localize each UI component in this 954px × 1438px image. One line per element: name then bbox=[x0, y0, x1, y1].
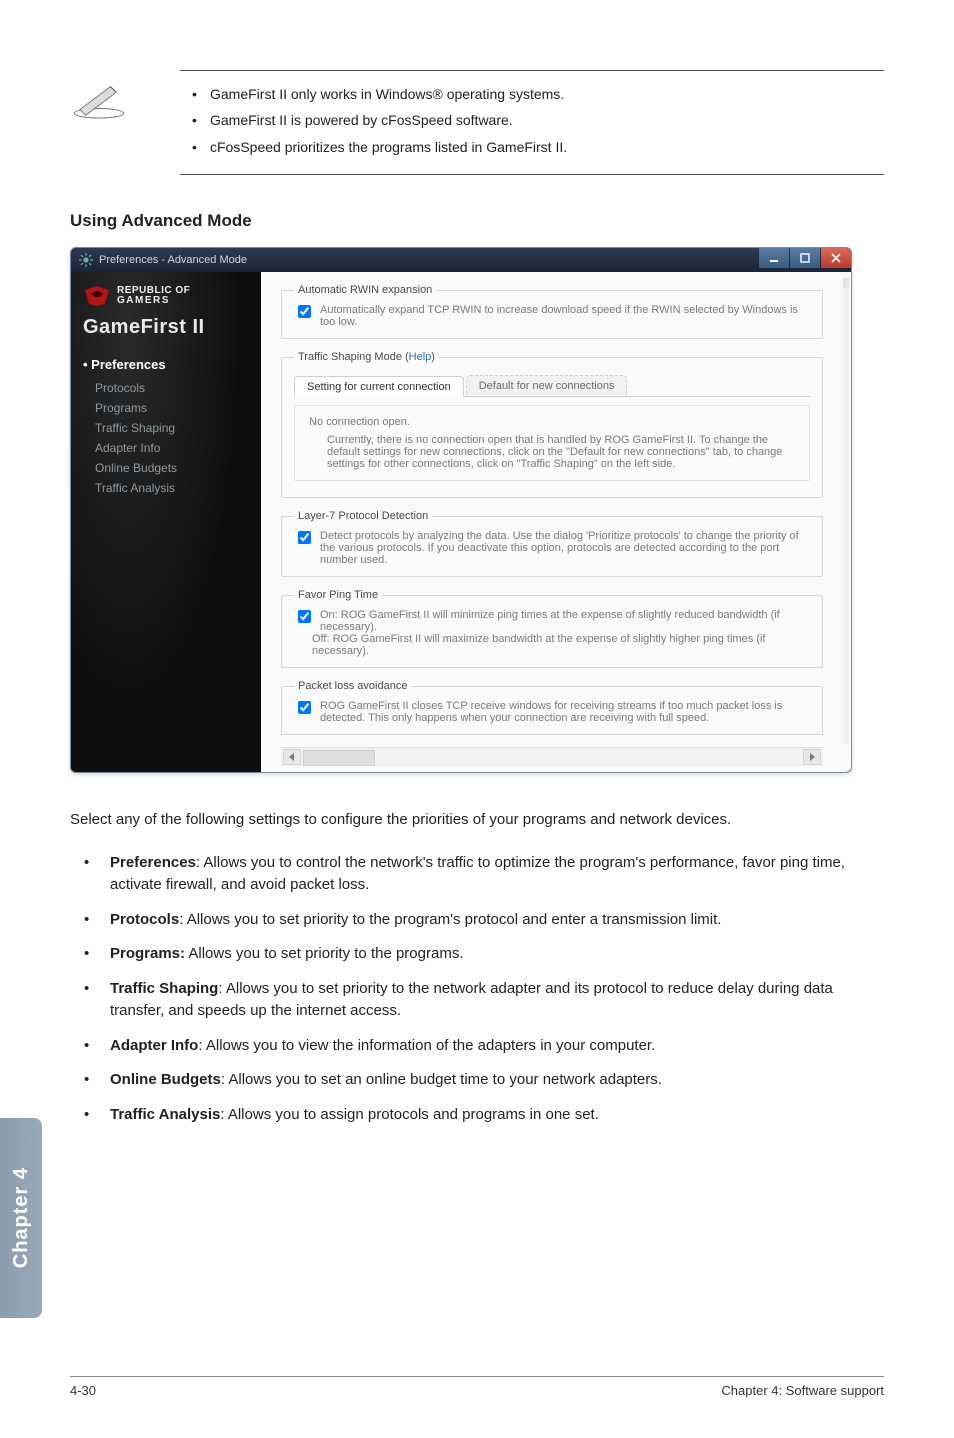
rog-logo-icon bbox=[83, 284, 111, 308]
l7-legend: Layer-7 Protocol Detection bbox=[294, 510, 432, 522]
close-button[interactable] bbox=[821, 248, 851, 268]
sidebar-list: Protocols Programs Traffic Shaping Adapt… bbox=[83, 378, 251, 498]
list-item: Online Budgets: Allows you to set an onl… bbox=[70, 1063, 884, 1098]
brand-block: REPUBLIC OF GAMERS GameFirst II bbox=[83, 284, 251, 339]
sidebar: REPUBLIC OF GAMERS GameFirst II Preferen… bbox=[71, 272, 261, 772]
feature-sep: : bbox=[220, 1106, 228, 1123]
noconn-body: Currently, there is no connection open t… bbox=[327, 434, 795, 470]
brand-line2: GAMERS bbox=[117, 296, 190, 306]
feature-text: Allows you to control the network's traf… bbox=[110, 854, 845, 894]
mode-group: Traffic Shaping Mode (Help) Setting for … bbox=[281, 351, 823, 498]
page-footer: 4-30 Chapter 4: Software support bbox=[70, 1376, 884, 1398]
tab-current-connection[interactable]: Setting for current connection bbox=[294, 376, 464, 397]
tab-default-new[interactable]: Default for new connections bbox=[466, 375, 628, 396]
page-number: 4-30 bbox=[70, 1383, 96, 1398]
l7-checkbox[interactable] bbox=[298, 531, 311, 544]
feature-text: Allows you to view the information of th… bbox=[206, 1037, 655, 1054]
ping-legend: Favor Ping Time bbox=[294, 589, 382, 601]
note-item: GameFirst II is powered by cFosSpeed sof… bbox=[180, 107, 884, 133]
ping-checkbox[interactable] bbox=[298, 610, 311, 623]
mode-legend-suffix: ) bbox=[431, 351, 435, 363]
packet-group: Packet loss avoidance ROG GameFirst II c… bbox=[281, 680, 823, 735]
list-item: Programs: Allows you to set priority to … bbox=[70, 937, 884, 972]
noconn-box: No connection open. Currently, there is … bbox=[294, 405, 810, 481]
feature-name: Online Budgets bbox=[110, 1071, 221, 1088]
packet-checkbox[interactable] bbox=[298, 701, 311, 714]
notes-list: GameFirst II only works in Windows® oper… bbox=[180, 81, 884, 160]
feature-text: Allows you to set an online budget time … bbox=[228, 1071, 662, 1088]
pen-icon bbox=[70, 79, 128, 119]
list-item: Preferences: Allows you to control the n… bbox=[70, 846, 884, 903]
intro-paragraph: Select any of the following settings to … bbox=[70, 809, 884, 832]
note-item: GameFirst II only works in Windows® oper… bbox=[180, 81, 884, 107]
feature-name: Protocols bbox=[110, 911, 179, 928]
mode-legend: Traffic Shaping Mode (Help) bbox=[294, 351, 439, 363]
feature-sep: : bbox=[198, 1037, 206, 1054]
mode-help-link[interactable]: Help bbox=[409, 351, 432, 363]
scroll-thumb[interactable] bbox=[303, 750, 375, 766]
scroll-right-arrow-icon[interactable] bbox=[803, 749, 821, 765]
scroll-left-arrow-icon[interactable] bbox=[283, 749, 301, 765]
list-item: Traffic Analysis: Allows you to assign p… bbox=[70, 1098, 884, 1133]
sidebar-item-adapter-info[interactable]: Adapter Info bbox=[95, 438, 251, 458]
minimize-button[interactable] bbox=[759, 248, 789, 268]
maximize-button[interactable] bbox=[790, 248, 820, 268]
list-item: Protocols: Allows you to set priority to… bbox=[70, 903, 884, 938]
rwin-checkbox[interactable] bbox=[298, 305, 311, 318]
feature-text: Allows you to set priority to the progra… bbox=[187, 911, 722, 928]
packet-desc: ROG GameFirst II closes TCP receive wind… bbox=[320, 700, 810, 724]
window-titlebar: Preferences - Advanced Mode bbox=[71, 248, 851, 272]
ping-desc: On: ROG GameFirst II will minimize ping … bbox=[320, 609, 810, 633]
feature-name: Traffic Shaping bbox=[110, 980, 218, 997]
rwin-group: Automatic RWIN expansion Automatically e… bbox=[281, 284, 823, 339]
feature-sep: : bbox=[218, 980, 226, 997]
sidebar-section-title[interactable]: Preferences bbox=[83, 357, 251, 372]
feature-text: Allows you to assign protocols and progr… bbox=[228, 1106, 599, 1123]
chapter-tab-label: Chapter 4 bbox=[10, 1167, 33, 1268]
ping-group: Favor Ping Time On: ROG GameFirst II wil… bbox=[281, 589, 823, 668]
sidebar-item-traffic-analysis[interactable]: Traffic Analysis bbox=[95, 478, 251, 498]
notes-block: GameFirst II only works in Windows® oper… bbox=[180, 70, 884, 175]
horizontal-scrollbar[interactable] bbox=[281, 747, 823, 766]
sidebar-item-protocols[interactable]: Protocols bbox=[95, 378, 251, 398]
packet-legend: Packet loss avoidance bbox=[294, 680, 411, 692]
mode-legend-prefix: Traffic Shaping Mode ( bbox=[298, 351, 409, 363]
sidebar-item-traffic-shaping[interactable]: Traffic Shaping bbox=[95, 418, 251, 438]
vertical-scrollbar[interactable] bbox=[843, 278, 849, 744]
list-item: Adapter Info: Allows you to view the inf… bbox=[70, 1029, 884, 1064]
l7-desc: Detect protocols by analyzing the data. … bbox=[320, 530, 810, 566]
noconn-title: No connection open. bbox=[309, 416, 795, 428]
l7-group: Layer-7 Protocol Detection Detect protoc… bbox=[281, 510, 823, 577]
window-body: REPUBLIC OF GAMERS GameFirst II Preferen… bbox=[71, 272, 851, 772]
rwin-desc: Automatically expand TCP RWIN to increas… bbox=[320, 304, 810, 328]
window-controls bbox=[758, 248, 851, 268]
gear-icon bbox=[79, 253, 93, 267]
ping-off-desc: Off: ROG GameFirst II will maximize band… bbox=[312, 633, 810, 657]
chapter-tab: Chapter 4 bbox=[0, 1118, 42, 1318]
app-window: Preferences - Advanced Mode REP bbox=[70, 247, 852, 773]
mode-tabs: Setting for current connection Default f… bbox=[294, 375, 810, 397]
list-item: Traffic Shaping: Allows you to set prior… bbox=[70, 972, 884, 1029]
feature-name: Preferences bbox=[110, 854, 196, 871]
sidebar-item-online-budgets[interactable]: Online Budgets bbox=[95, 458, 251, 478]
feature-sep: : bbox=[179, 911, 187, 928]
feature-name: Programs: bbox=[110, 945, 185, 962]
note-item: cFosSpeed prioritizes the programs liste… bbox=[180, 134, 884, 160]
feature-list: Preferences: Allows you to control the n… bbox=[70, 846, 884, 1133]
brand-product: GameFirst II bbox=[83, 316, 251, 339]
scroll-track[interactable] bbox=[303, 750, 801, 764]
feature-name: Adapter Info bbox=[110, 1037, 198, 1054]
feature-name: Traffic Analysis bbox=[110, 1106, 220, 1123]
sidebar-item-programs[interactable]: Programs bbox=[95, 398, 251, 418]
window-title: Preferences - Advanced Mode bbox=[99, 254, 247, 266]
page-heading: Using Advanced Mode bbox=[70, 211, 884, 231]
rwin-legend: Automatic RWIN expansion bbox=[294, 284, 436, 296]
content-pane: Automatic RWIN expansion Automatically e… bbox=[261, 272, 851, 772]
feature-text: Allows you to set priority to the progra… bbox=[188, 945, 463, 962]
brand-text: REPUBLIC OF GAMERS bbox=[117, 286, 190, 306]
footer-chapter: Chapter 4: Software support bbox=[721, 1383, 884, 1398]
